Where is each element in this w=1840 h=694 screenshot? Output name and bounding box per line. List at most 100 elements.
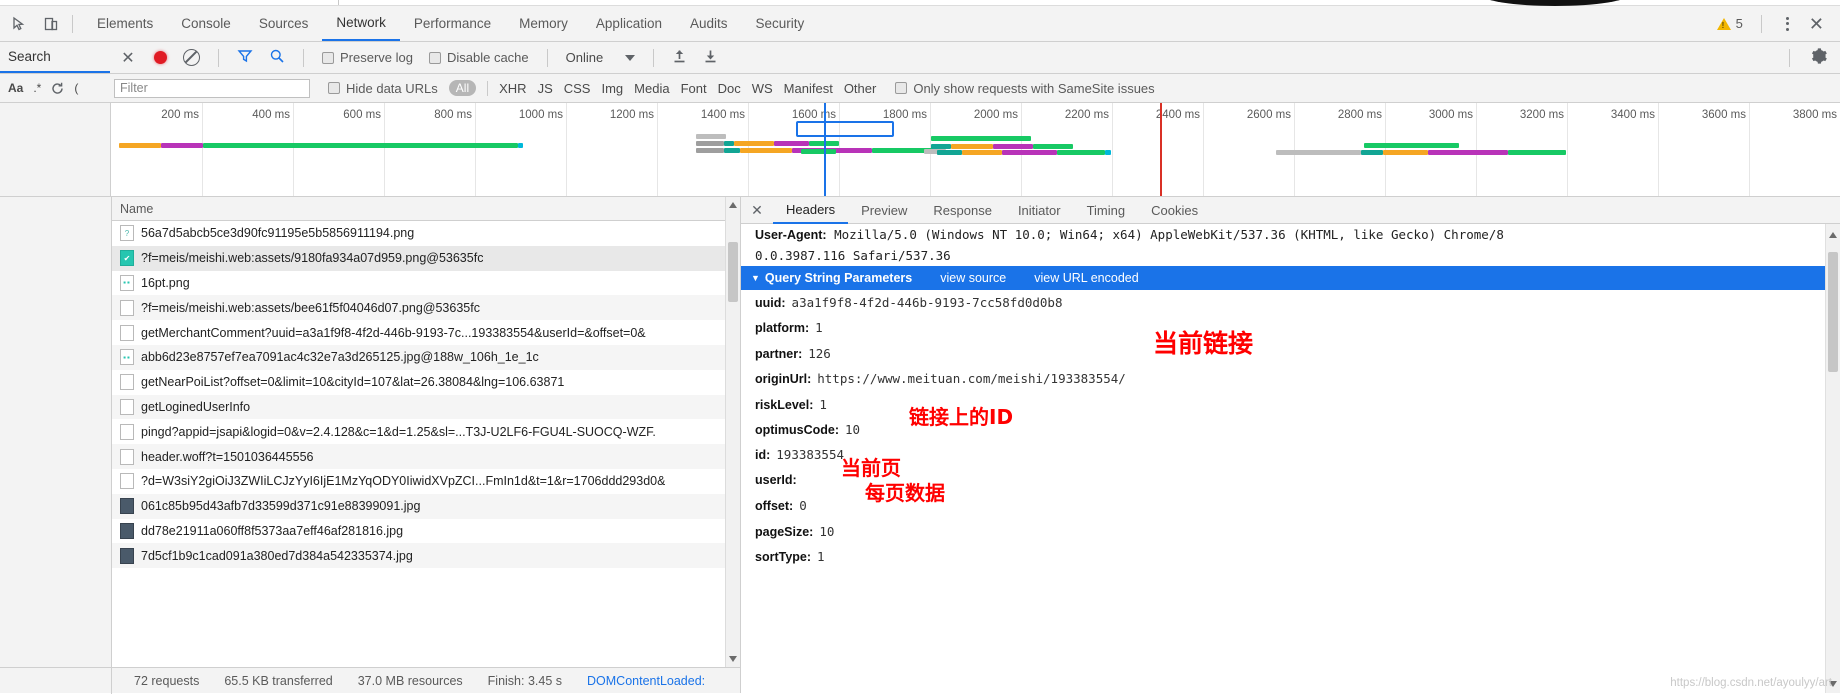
gear-icon[interactable]	[1810, 47, 1828, 68]
tab-memory[interactable]: Memory	[505, 6, 582, 41]
funnel-icon[interactable]	[237, 48, 253, 67]
upload-arrow-icon[interactable]	[672, 48, 687, 67]
tab-initiator[interactable]: Initiator	[1005, 197, 1074, 224]
close-icon[interactable]: ✕	[1803, 15, 1830, 33]
filter-type-xhr[interactable]: XHR	[499, 81, 526, 96]
toolbar-divider	[1760, 14, 1762, 33]
details-scrollbar[interactable]	[1825, 224, 1840, 693]
tab-elements[interactable]: Elements	[83, 6, 167, 41]
throttling-select[interactable]: Online	[566, 50, 636, 65]
scrollbar-thumb[interactable]	[728, 242, 738, 302]
record-dot-icon[interactable]	[154, 51, 167, 64]
tab-console[interactable]: Console	[167, 6, 245, 41]
query-param-row: sortType: 1	[755, 549, 1840, 574]
hide-data-urls-checkbox[interactable]: Hide data URLs	[328, 81, 438, 96]
table-row[interactable]: header.woff?t=1501036445556	[112, 444, 725, 469]
requests-table: Name ? 56a7d5abcb5ce3d90fc91195e5b5856911…	[112, 197, 725, 667]
requests-scrollbar[interactable]	[725, 197, 740, 667]
tab-application[interactable]: Application	[582, 6, 676, 41]
table-row[interactable]: ✔ ?f=meis/meishi.web:assets/9180fa934a07d…	[112, 245, 725, 271]
scroll-up-icon[interactable]	[1829, 227, 1837, 241]
table-row[interactable]: pingd?appid=jsapi&logid=0&v=2.4.128&c=1&…	[112, 419, 725, 444]
query-param-row: offset: 0	[755, 498, 1840, 523]
table-row[interactable]: getMerchantComment?uuid=a3a1f9f8-4f2d-44…	[112, 320, 725, 345]
preserve-log-checkbox[interactable]: Preserve log	[322, 50, 413, 65]
clear-ban-icon[interactable]	[183, 49, 200, 66]
tab-headers[interactable]: Headers	[773, 197, 849, 224]
magnifier-icon[interactable]	[269, 48, 285, 67]
tab-cookies[interactable]: Cookies	[1138, 197, 1211, 224]
query-param-key: optimusCode:	[755, 422, 840, 437]
filter-type-manifest[interactable]: Manifest	[784, 81, 833, 96]
filter-type-img[interactable]: Img	[601, 81, 623, 96]
watermark: https://blog.csdn.net/ayoulyy/art	[1670, 677, 1832, 689]
overview-timeline[interactable]: 200 ms 400 ms 600 ms 800 ms 1000 ms 1200 ms 14…	[111, 103, 1840, 196]
table-row[interactable]: getNearPoiList?offset=0&limit=10&cityId=…	[112, 370, 725, 395]
disable-cache-checkbox[interactable]: Disable cache	[428, 50, 529, 65]
filter-type-js[interactable]: JS	[538, 81, 553, 96]
filter-type-ws[interactable]: WS	[752, 81, 773, 96]
scroll-down-icon[interactable]	[728, 654, 738, 664]
view-source-link[interactable]: view source	[940, 271, 1006, 285]
filter-type-media[interactable]: Media	[634, 81, 669, 96]
filter-type-css[interactable]: CSS	[564, 81, 591, 96]
tab-security[interactable]: Security	[742, 6, 819, 41]
filter-type-doc[interactable]: Doc	[718, 81, 741, 96]
filter-input[interactable]: Filter	[114, 78, 310, 98]
scroll-up-icon[interactable]	[728, 200, 738, 210]
search-close-icon[interactable]: ✕	[110, 48, 146, 68]
regex-icon[interactable]: .*	[33, 81, 41, 95]
tab-sources[interactable]: Sources	[245, 6, 323, 41]
device-toolbar-icon[interactable]	[40, 13, 62, 35]
overview-bar-segment	[740, 148, 792, 153]
inspect-element-icon[interactable]	[8, 13, 30, 35]
scrollbar-thumb[interactable]	[1828, 252, 1838, 372]
samesite-issues-checkbox[interactable]: Only show requests with SameSite issues	[895, 81, 1155, 96]
search-options: Aa .* (	[0, 81, 110, 95]
table-row[interactable]: ▪▪ 16pt.png	[112, 271, 725, 296]
column-header-name[interactable]: Name	[112, 197, 725, 221]
table-row[interactable]: ? 56a7d5abcb5ce3d90fc91195e5b5856911194.p…	[112, 221, 725, 246]
match-case-icon[interactable]: Aa	[8, 81, 23, 95]
tab-label: Console	[181, 16, 231, 31]
download-arrow-icon[interactable]	[703, 48, 718, 67]
more-options-icon[interactable]	[1780, 13, 1795, 35]
table-row[interactable]: dd78e21911a060ff8f5373aa7eff46af281816.j…	[112, 519, 725, 544]
refresh-icon[interactable]	[51, 82, 64, 95]
tab-performance[interactable]: Performance	[400, 6, 505, 41]
paren-icon[interactable]: (	[74, 81, 78, 95]
table-row[interactable]: 7d5cf1b9c1cad091a380ed7d384a542335374.jp…	[112, 543, 725, 569]
overview-selection-box[interactable]	[796, 121, 894, 137]
filter-type-all[interactable]: All	[448, 80, 477, 96]
table-row[interactable]: getLoginedUserInfo	[112, 394, 725, 420]
checkbox-box[interactable]	[428, 51, 441, 64]
tab-response[interactable]: Response	[920, 197, 1005, 224]
tab-timing[interactable]: Timing	[1074, 197, 1139, 224]
view-url-encoded-link[interactable]: view URL encoded	[1034, 271, 1138, 285]
overview-tick: 400 ms	[252, 103, 294, 196]
overview-tick: 600 ms	[343, 103, 385, 196]
tab-preview[interactable]: Preview	[848, 197, 920, 224]
details-close-icon[interactable]: ✕	[741, 202, 773, 219]
warning-badge[interactable]: 5	[1716, 16, 1743, 31]
filter-type-font[interactable]: Font	[681, 81, 707, 96]
overview-bar-segment	[931, 136, 1031, 141]
request-name: pingd?appid=jsapi&logid=0&v=2.4.128&c=1&…	[141, 424, 656, 439]
warning-count: 5	[1735, 16, 1743, 31]
table-row[interactable]: ▪▪ abb6d23e8757ef7ea7091ac4c32e7a3d265125…	[112, 344, 725, 370]
network-filter-bar: Aa .* ( Filter Hide data URLs All XHR JS…	[0, 74, 1840, 103]
filter-type-other[interactable]: Other	[844, 81, 877, 96]
tab-network[interactable]: Network	[322, 6, 400, 41]
checkbox-box[interactable]	[322, 51, 334, 64]
query-param-row: originUrl: https://www.meituan.com/meishi…	[755, 371, 1840, 396]
tab-audits[interactable]: Audits	[676, 6, 742, 41]
query-param-value: 10	[819, 523, 835, 539]
search-drawer-tab[interactable]: Search	[0, 42, 110, 73]
query-string-parameters-header[interactable]: ▼ Query String Parameters view source vi…	[741, 266, 1840, 290]
table-row[interactable]: 061c85b95d43afb7d33599d371c91e88399091.j…	[112, 493, 725, 519]
table-row[interactable]: ?d=W3siY2giOiJ3ZWIiLCJzYyI6IjE1MzYqODY0I…	[112, 469, 725, 494]
checkbox-box[interactable]	[895, 82, 908, 94]
table-row[interactable]: ?f=meis/meishi.web:assets/bee61f5f04046d…	[112, 295, 725, 321]
status-transferred: 65.5 KB transferred	[224, 673, 333, 688]
checkbox-box[interactable]	[328, 82, 340, 94]
